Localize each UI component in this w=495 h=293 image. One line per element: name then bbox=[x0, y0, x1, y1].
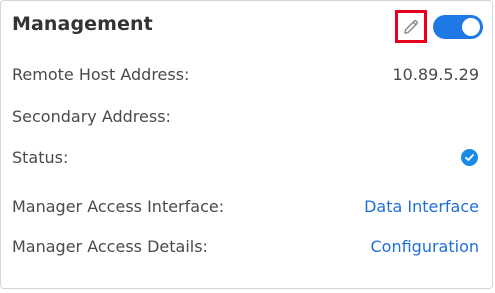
data-interface-link[interactable]: Data Interface bbox=[364, 197, 479, 216]
manager-access-interface-label: Manager Access Interface: bbox=[12, 197, 225, 216]
remote-host-value: 10.89.5.29 bbox=[392, 65, 479, 84]
status-label: Status: bbox=[12, 148, 69, 167]
management-card: Management Remote Host Address: 10.89.5.… bbox=[0, 0, 493, 289]
check-circle-icon bbox=[461, 149, 478, 166]
secondary-address-label: Secondary Address: bbox=[12, 107, 171, 126]
card-title: Management bbox=[12, 13, 153, 35]
pencil-icon bbox=[404, 19, 418, 34]
remote-host-label: Remote Host Address: bbox=[12, 65, 190, 84]
management-toggle[interactable] bbox=[433, 15, 483, 39]
toggle-knob bbox=[462, 18, 480, 36]
manager-access-details-label: Manager Access Details: bbox=[12, 237, 208, 256]
edit-button[interactable] bbox=[395, 10, 427, 43]
configuration-link[interactable]: Configuration bbox=[370, 237, 479, 256]
